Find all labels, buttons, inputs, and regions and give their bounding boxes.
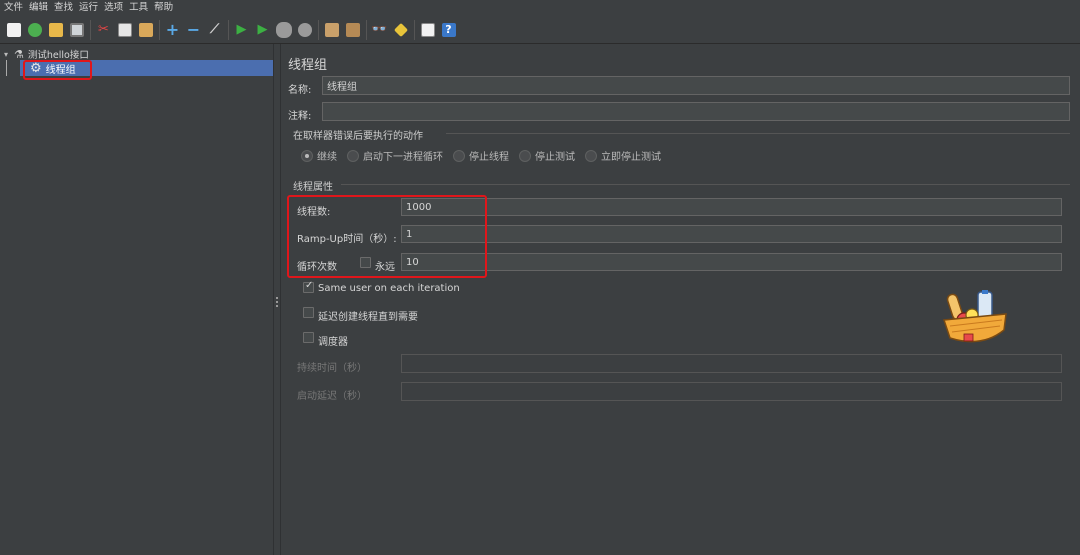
menu-run[interactable]: 运行 [77,0,102,16]
stop-icon[interactable] [275,20,292,39]
radio-start-next-loop[interactable]: 启动下一进程循环 [347,148,443,163]
toggle-icon[interactable]: ⟋ [206,20,223,39]
loop-count-field[interactable]: 10 [401,253,1062,271]
scheduler-label: 调度器 [318,337,348,348]
menu-file[interactable]: 文件 [2,0,27,16]
section-divider [446,133,1070,134]
radio-stop-test-now[interactable]: 立即停止测试 [585,148,661,163]
function-helper-icon[interactable] [419,20,436,39]
radio-button[interactable] [453,149,465,162]
clear-icon[interactable] [323,20,340,39]
menu-help[interactable]: 帮助 [152,0,177,16]
tree-line [6,60,7,76]
radio-button[interactable] [519,149,531,162]
menu-search[interactable]: 查找 [52,0,77,16]
test-plan-tree: ▾ ⚗ 测试hello接口 ⚙ 线程组 [0,44,273,555]
scheduler-checkbox[interactable] [303,332,314,343]
highlight-box-thread-props [287,195,487,278]
reset-search-icon[interactable] [392,20,409,39]
divider-grip [276,305,278,307]
flask-icon: ⚗ [14,47,24,61]
help-icon[interactable]: ? [440,20,457,39]
paste-icon[interactable] [137,20,154,39]
start-icon[interactable]: ▶ [233,20,250,39]
copy-icon[interactable] [116,20,133,39]
shutdown-icon[interactable] [296,20,313,39]
menu-options[interactable]: 选项 [102,0,127,16]
menu-edit[interactable]: 编辑 [27,0,52,16]
highlight-box-tree [23,60,92,80]
tree-node-test-plan[interactable]: ▾ ⚗ 测试hello接口 [4,47,89,62]
expand-icon[interactable]: + [164,20,181,39]
section-divider [341,184,1070,185]
startup-delay-field [401,382,1062,401]
open-icon[interactable] [47,20,64,39]
rampup-field[interactable]: 1 [401,225,1062,243]
error-action-section-title: 在取样器错误后要执行的动作 [293,131,423,142]
radio-button[interactable] [585,149,597,162]
comment-label: 注释: [288,111,312,122]
food-basket-sticker [942,290,1012,355]
new-icon[interactable] [5,20,22,39]
error-action-options: 继续 启动下一进程循环 停止线程 停止测试 立即停止测试 [301,148,671,163]
templates-icon[interactable] [26,20,43,39]
split-divider[interactable] [273,44,281,555]
collapse-icon[interactable]: − [185,20,202,39]
save-icon[interactable] [68,20,85,39]
radio-stop-thread[interactable]: 停止线程 [453,148,509,163]
duration-label: 持续时间（秒） [297,363,367,374]
clear-all-icon[interactable] [344,20,361,39]
same-user-label: Same user on each iteration [318,283,460,294]
menu-bar: 文件 编辑 查找 运行 选项 工具 帮助 [0,0,1080,16]
radio-button[interactable] [347,149,359,162]
duration-field [401,354,1062,373]
threads-field[interactable]: 1000 [401,198,1062,216]
page-title: 线程组 [288,58,328,73]
chevron-down-icon[interactable]: ▾ [4,50,8,59]
divider-grip [276,301,278,303]
start-no-pause-icon[interactable]: ▶ [254,20,271,39]
comment-field[interactable] [322,102,1070,121]
name-field[interactable]: 线程组 [322,76,1070,95]
cut-icon[interactable]: ✂ [95,20,112,39]
tree-root-label: 测试hello接口 [27,50,89,61]
delay-thread-creation-label: 延迟创建线程直到需要 [318,312,418,323]
delay-thread-creation-checkbox[interactable] [303,307,314,318]
name-label: 名称: [288,85,312,96]
same-user-checkbox[interactable] [303,280,314,293]
search-icon[interactable]: 👓 [371,20,388,39]
thread-props-section-title: 线程属性 [293,182,333,193]
menu-tools[interactable]: 工具 [127,0,152,16]
divider-grip [276,297,278,299]
radio-stop-test[interactable]: 停止测试 [519,148,575,163]
radio-continue[interactable]: 继续 [301,148,337,163]
startup-delay-label: 启动延迟（秒） [297,391,367,402]
toolbar: ✂ + − ⟋ ▶ ▶ 👓 ? [0,16,1080,44]
radio-button-selected[interactable] [301,149,313,162]
